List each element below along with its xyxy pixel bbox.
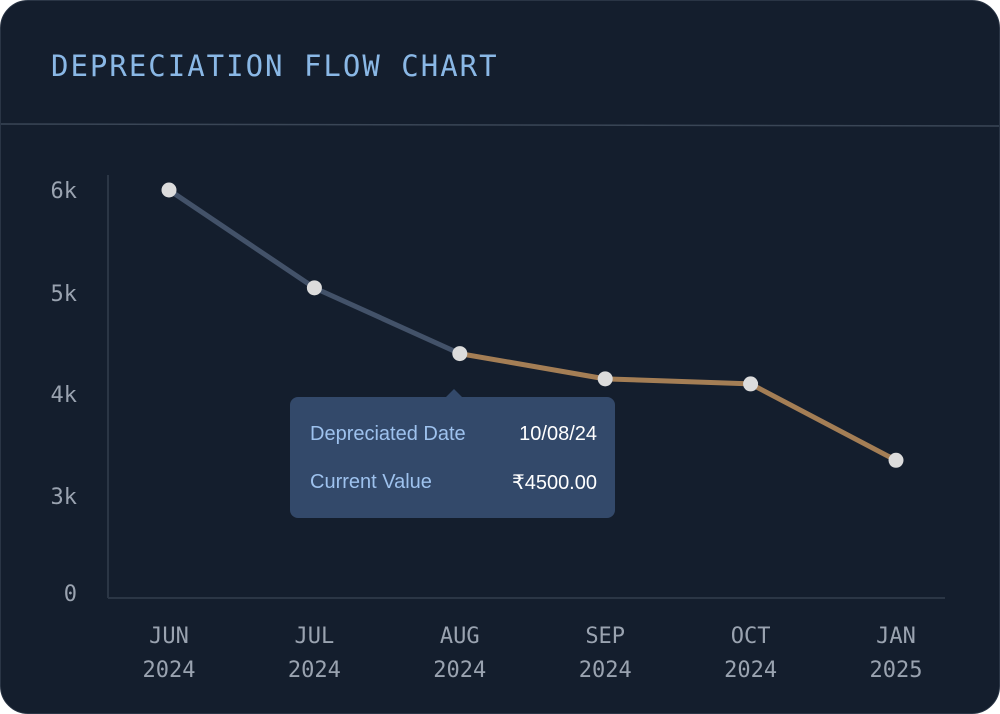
x-tick-label-month: AUG — [440, 624, 480, 649]
tooltip-date-value: 10/08/24 — [519, 422, 597, 445]
y-tick-label: 5k — [51, 282, 78, 307]
y-tick-label: 3k — [51, 485, 78, 510]
series-line-past — [166, 187, 463, 357]
data-point — [306, 280, 322, 296]
y-tick-label: 4k — [51, 383, 78, 408]
data-point — [888, 452, 904, 468]
x-tick-label-year: 2024 — [143, 658, 196, 683]
x-tick-label-year: 2024 — [288, 658, 341, 683]
tooltip-date-label: Depreciated Date — [310, 422, 466, 445]
tooltip-value-value: ₹4500.00 — [511, 471, 597, 494]
data-point — [743, 376, 759, 392]
data-point — [161, 182, 177, 198]
tooltip-arrow — [446, 389, 462, 397]
data-point-highlighted — [452, 346, 468, 362]
y-tick-label: 0 — [64, 582, 77, 607]
x-tick-label-year: 2024 — [724, 658, 777, 683]
x-tick-label-year: 2025 — [870, 658, 923, 683]
chart-card: DEPRECIATION FLOW CHART 0 3k 4k 5k 6k JUN 2024… — [0, 0, 1000, 714]
line-chart: 0 3k 4k 5k 6k JUN 2024 JUL 2024 AUG 2024 SEP 2024 OCT… — [51, 175, 945, 683]
data-tooltip: Depreciated Date 10/08/24 Current Value … — [290, 389, 615, 518]
x-tick-label-year: 2024 — [579, 658, 632, 683]
x-tick-label-month: OCT — [731, 624, 771, 649]
x-tick-label-year: 2024 — [433, 658, 486, 683]
x-tick-label-month: SEP — [585, 624, 625, 649]
x-tick-label-month: JAN — [876, 624, 916, 649]
y-tick-label: 6k — [51, 179, 78, 204]
x-tick-label-month: JUN — [149, 624, 189, 649]
tooltip-date-row: Depreciated Date 10/08/24 — [310, 419, 597, 449]
x-tick-label-month: JUL — [295, 624, 335, 649]
tooltip-value-row: Current Value ₹4500.00 — [310, 467, 597, 497]
tooltip-value-label: Current Value — [310, 470, 432, 493]
axes — [107, 175, 945, 599]
data-point — [597, 371, 613, 387]
